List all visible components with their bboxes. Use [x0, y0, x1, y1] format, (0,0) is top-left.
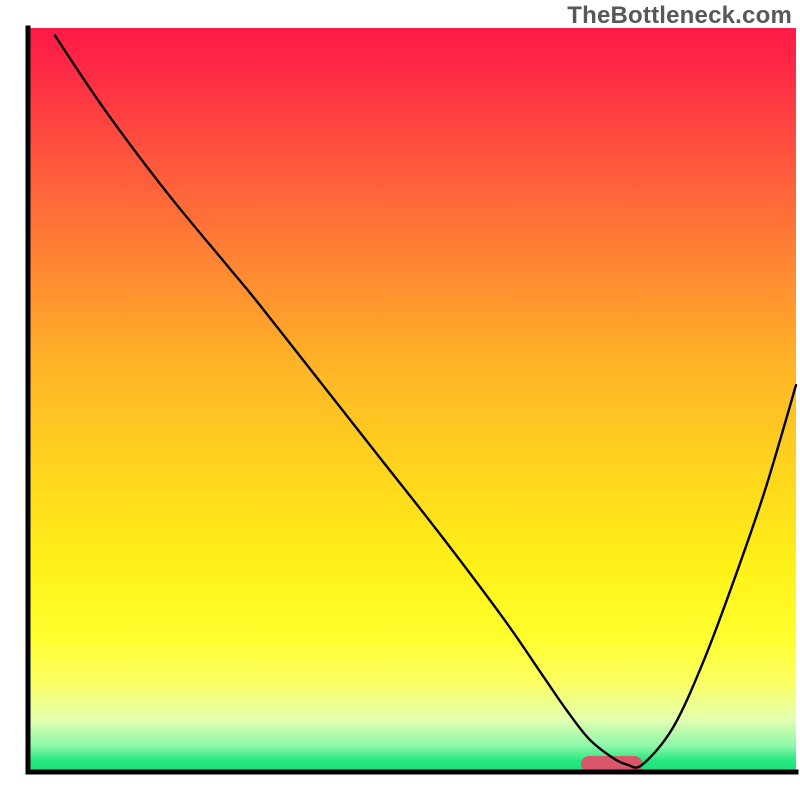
bottleneck-chart: TheBottleneck.com [0, 0, 800, 800]
plot-background [28, 28, 796, 772]
chart-svg [0, 0, 800, 800]
watermark-text: TheBottleneck.com [567, 2, 792, 30]
